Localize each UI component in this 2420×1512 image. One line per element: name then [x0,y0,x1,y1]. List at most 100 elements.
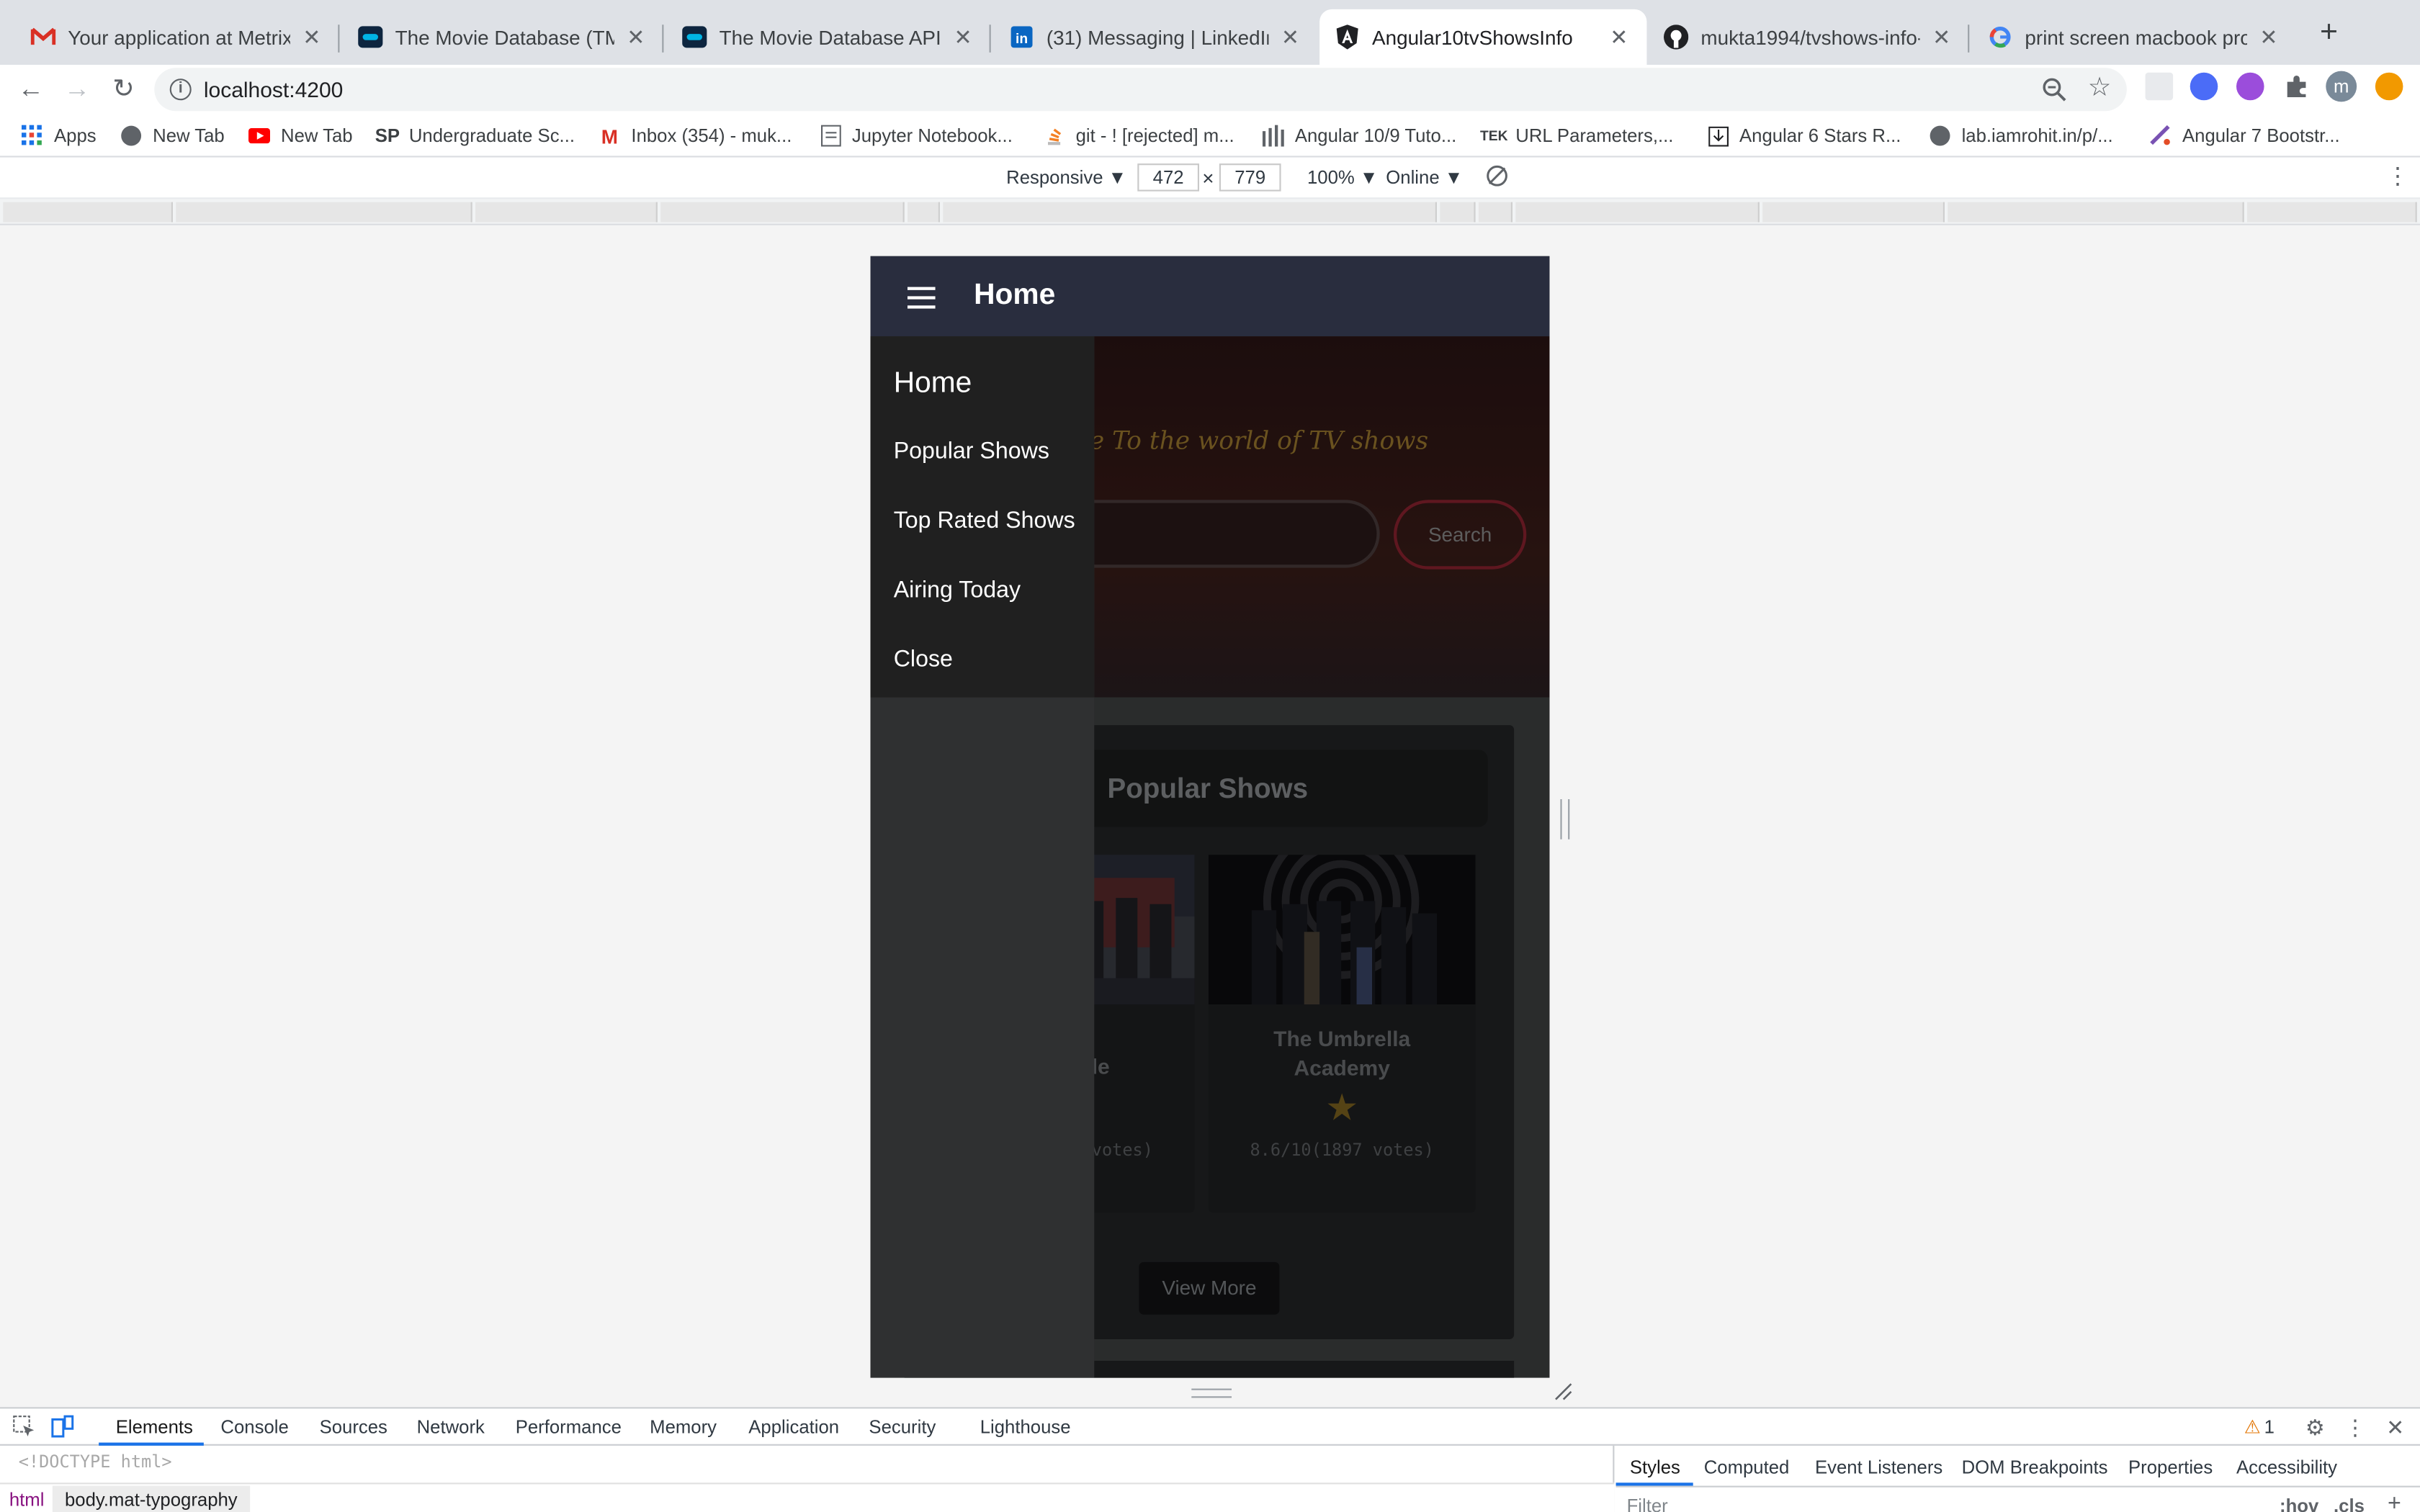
bookmark-item[interactable]: SP Undergraduate Sc... [375,122,575,150]
drawer-item-airing-today[interactable]: Airing Today [894,577,1021,603]
devtools-tab-performance[interactable]: Performance [516,1416,622,1438]
extension-check-icon[interactable] [2190,72,2218,101]
close-icon[interactable]: ✕ [951,24,975,50]
menu-icon[interactable] [908,287,936,309]
tab-styles[interactable]: Styles [1630,1457,1680,1478]
profile-avatar[interactable]: m [2326,71,2357,102]
tab-tmdb[interactable]: The Movie Database (TMDb) ✕ [343,9,664,65]
zoom-select[interactable]: 100% ▼ [1307,166,1378,188]
tab-dom-breakpoints[interactable]: DOM Breakpoints [1962,1457,2108,1478]
tab-github[interactable]: mukta1994/tvshows-info-an ✕ [1649,9,1970,65]
browser-toolbar: ← → ↻ i localhost:4200 ☆ [0,65,2420,114]
viewport-resize-handle-bottom[interactable] [1191,1388,1232,1398]
devtools-tab-lighthouse[interactable]: Lighthouse [980,1416,1071,1438]
close-icon[interactable]: ✕ [2383,1415,2408,1439]
drawer-item-popular-shows[interactable]: Popular Shows [894,438,1049,464]
bookmark-item[interactable]: Angular 6 Stars R... [1707,122,1901,150]
rotate-icon[interactable] [1484,163,1509,193]
tab-title: The Movie Database (TMDb) [395,25,614,49]
tab-title: print screen macbook pro - G [2025,25,2247,49]
close-icon[interactable]: ✕ [2257,24,2281,50]
more-vert-icon[interactable]: ⋮ [2343,1415,2367,1439]
breadcrumb-html[interactable]: html [9,1489,45,1511]
apps-grid-icon [22,125,43,147]
bootstrap-icon [2150,125,2172,147]
reload-icon[interactable]: ↻ [105,71,142,108]
bookmark-item[interactable]: New Tab [120,122,225,150]
tab-angular-active[interactable]: Angular10tvShowsInfo ✕ [1319,9,1647,66]
devtools-tab-security[interactable]: Security [869,1416,936,1438]
viewport-resize-corner[interactable] [1553,1381,1574,1403]
warning-count: 1 [2264,1416,2275,1439]
width-input[interactable]: 472 [1137,163,1199,192]
stackoverflow-icon [1044,125,1065,147]
dom-tree-line[interactable]: <!DOCTYPE html> [19,1452,172,1472]
tab-accessibility[interactable]: Accessibility [2236,1457,2337,1478]
zoom-icon[interactable] [2040,76,2069,104]
inspect-element-icon[interactable] [11,1415,35,1439]
add-rule-button[interactable]: + [2388,1490,2401,1512]
bars-icon [1262,125,1284,147]
bookmark-item[interactable]: New Tab [248,122,353,150]
viewport-resize-handle-right[interactable] [1560,799,1570,840]
warning-icon[interactable]: ⚠ [2244,1416,2261,1438]
tab-gmail[interactable]: Your application at Metrixlab ✕ [15,9,340,65]
extension-purple-icon[interactable] [2236,72,2264,101]
tab-properties[interactable]: Properties [2128,1457,2213,1478]
bookmark-item[interactable]: lab.iamrohit.in/p/... [1930,122,2113,150]
page-title: Home [974,279,1056,312]
styles-filter-input[interactable]: Filter [1627,1495,1668,1512]
drawer-item-home[interactable]: Home [894,367,972,401]
new-tab-button[interactable]: + [2312,15,2346,49]
device-select[interactable]: Responsive ▼ [1006,166,1126,188]
devtools-tab-network[interactable]: Network [417,1416,485,1438]
bookmark-item[interactable]: Angular 7 Bootstr... [2150,122,2340,150]
bookmark-item[interactable]: M Inbox (354) - muk... [599,122,792,150]
tab-google[interactable]: print screen macbook pro - G ✕ [1973,9,2297,65]
network-select[interactable]: Online ▼ [1386,166,1463,188]
back-arrow-icon[interactable]: ← [12,71,49,108]
devtools-tab-memory[interactable]: Memory [650,1416,717,1438]
update-icon[interactable] [2375,72,2403,101]
tmdb-icon [682,24,707,49]
tab-event-listeners[interactable]: Event Listeners [1815,1457,1942,1478]
extension-icon[interactable] [2145,72,2174,101]
close-icon[interactable]: ✕ [1278,24,1302,50]
address-bar[interactable]: i localhost:4200 ☆ [154,68,2127,112]
gmail-icon [30,24,56,49]
tab-title: The Movie Database API [719,25,941,49]
devtools-tab-sources[interactable]: Sources [320,1416,387,1438]
cls-toggle[interactable]: .cls [2334,1495,2365,1512]
devtools-tab-console[interactable]: Console [220,1416,288,1438]
tab-computed[interactable]: Computed [1704,1457,1790,1478]
devtools-tab-application[interactable]: Application [748,1416,839,1438]
drawer-item-close[interactable]: Close [894,647,953,672]
more-vert-icon[interactable]: ⋮ [2386,162,2409,189]
url-text: localhost:4200 [203,77,344,102]
close-icon[interactable]: ✕ [624,24,648,50]
breadcrumb-body[interactable]: body.mat-typography [52,1485,250,1512]
bookmark-item[interactable]: Jupyter Notebook... [820,122,1013,150]
close-icon[interactable]: ✕ [300,24,324,50]
bookmark-star-icon[interactable]: ☆ [2088,73,2112,104]
hov-toggle[interactable]: :hov [2280,1495,2318,1512]
drawer-item-top-rated-shows[interactable]: Top Rated Shows [894,508,1075,534]
bookmark-item[interactable]: TEK URL Parameters,... [1480,122,1673,150]
settings-gear-icon[interactable]: ⚙ [2303,1415,2327,1439]
bookmark-apps[interactable]: Apps [22,122,97,150]
forward-arrow-icon[interactable]: → [58,71,95,108]
info-icon[interactable]: i [169,78,192,101]
puzzle-icon[interactable] [2282,73,2311,101]
close-icon[interactable]: ✕ [1930,24,1954,50]
tab-tmdb-api[interactable]: The Movie Database API ✕ [667,9,991,65]
device-toggle-icon[interactable] [50,1415,74,1439]
bookmark-item[interactable]: Angular 10/9 Tuto... [1262,122,1456,150]
close-icon[interactable]: ✕ [1607,24,1631,50]
height-input[interactable]: 779 [1219,163,1281,192]
tab-linkedin[interactable]: in (31) Messaging | LinkedIn ✕ [994,9,1318,65]
app-toolbar: Home [870,256,1550,337]
angular-icon [1335,24,1360,50]
bookmark-item[interactable]: git - ! [rejected] m... [1044,122,1234,150]
tab-title: Angular10tvShowsInfo [1372,25,1573,49]
devtools-tab-elements[interactable]: Elements [116,1416,193,1438]
